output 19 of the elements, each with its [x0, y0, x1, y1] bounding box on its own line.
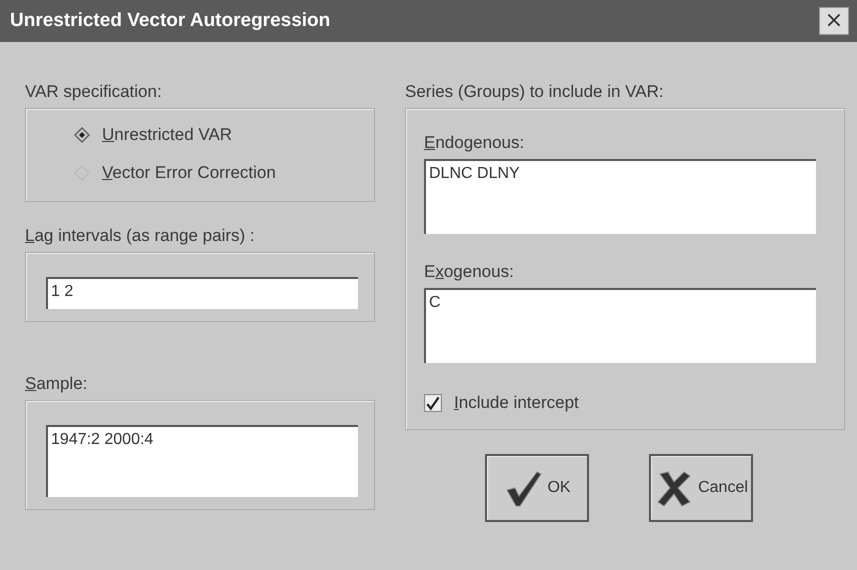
selected-radio[interactable] — [74, 127, 90, 143]
lag-intervals-field[interactable]: 1 2 — [46, 277, 358, 309]
sample-field[interactable]: 1947:2 2000:4 — [46, 425, 358, 497]
field-label: Lag intervals (as range pairs) : — [25, 226, 255, 246]
radio-label[interactable]: Vector Error Correction — [102, 163, 276, 183]
ok-button[interactable]: OK — [485, 454, 589, 522]
window-title: Unrestricted Vector Autoregression — [10, 10, 330, 32]
radio-label[interactable]: Unrestricted VAR — [102, 125, 232, 145]
field-label: Exogenous: — [424, 262, 514, 282]
group-label: VAR specification: — [25, 82, 162, 102]
field-label: Endogenous: — [424, 133, 524, 153]
group-label: Series (Groups) to include in VAR: — [405, 82, 664, 102]
cancel-button[interactable]: Cancel — [649, 454, 753, 522]
close-button[interactable]: × — [819, 7, 849, 35]
exogenous-field[interactable]: C — [424, 288, 816, 363]
checkbox[interactable] — [424, 394, 442, 412]
field-label: Sample: — [25, 374, 88, 394]
checkbox-label[interactable]: Include intercept — [454, 393, 579, 413]
endogenous-field[interactable]: DLNC DLNY — [424, 159, 816, 234]
